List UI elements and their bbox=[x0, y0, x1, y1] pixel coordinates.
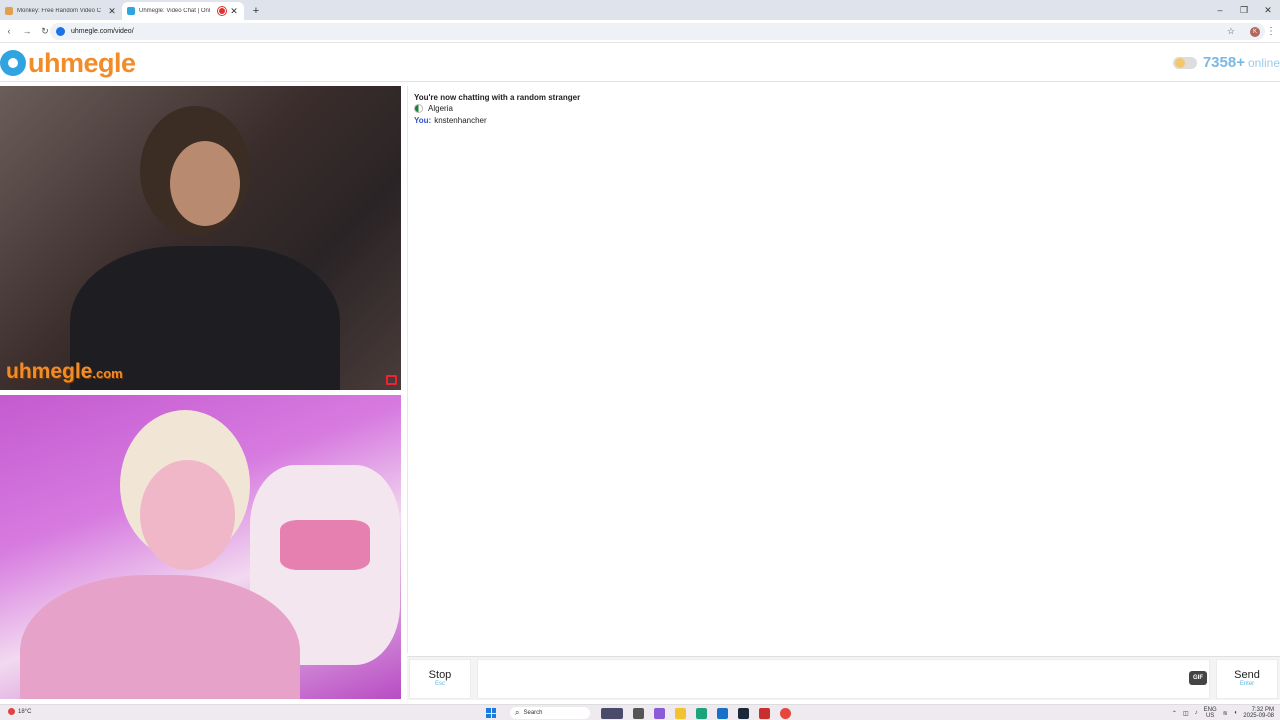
forward-arrow-icon[interactable]: → bbox=[18, 26, 36, 36]
new-tab-button[interactable]: + bbox=[248, 5, 264, 17]
weather-alert-icon bbox=[8, 708, 15, 715]
country-name: Algeria bbox=[428, 104, 453, 113]
uhmegle-favicon-icon bbox=[127, 7, 135, 15]
windows-start-icon[interactable] bbox=[486, 708, 496, 718]
volume-icon[interactable]: ◖ bbox=[1234, 710, 1238, 716]
stop-hint: Esc bbox=[434, 681, 445, 687]
self-face bbox=[140, 460, 235, 570]
outlook-icon[interactable] bbox=[717, 707, 728, 719]
wifi-icon[interactable]: ≋ bbox=[1223, 710, 1228, 717]
weather-widget[interactable]: 18°C bbox=[8, 708, 31, 715]
send-button[interactable]: Send Enter bbox=[1216, 659, 1278, 699]
send-hint: Enter bbox=[1239, 681, 1255, 687]
tab-title: Uhmegle: Video Chat | Onl bbox=[139, 8, 211, 14]
gif-button[interactable]: GIF bbox=[1189, 671, 1207, 685]
chat-controls: Stop Esc GIF Send Enter bbox=[407, 656, 1280, 700]
stop-button[interactable]: Stop Esc bbox=[409, 659, 471, 699]
profile-avatar[interactable]: K bbox=[1250, 26, 1260, 37]
message-input[interactable] bbox=[477, 659, 1210, 699]
browser-tab-strip: Monkey: Free Random Video C ✕ Uhmegle: V… bbox=[0, 0, 1280, 20]
url-text: uhmegle.com/video/ bbox=[71, 28, 134, 35]
mic-icon[interactable]: ♪ bbox=[1195, 710, 1198, 716]
online-label: online bbox=[1247, 55, 1280, 70]
stop-label: Stop bbox=[428, 669, 452, 681]
send-label: Send bbox=[1234, 669, 1260, 681]
widgets-app-icon[interactable] bbox=[601, 707, 623, 719]
bookmark-star-icon[interactable]: ☆ bbox=[1227, 26, 1235, 37]
close-window-icon[interactable]: ✕ bbox=[1256, 0, 1280, 20]
file-explorer-icon[interactable] bbox=[675, 707, 686, 719]
watermark-brand: uhmegle bbox=[6, 360, 93, 383]
search-label: Search bbox=[523, 710, 543, 716]
browser-tab-uhmegle[interactable]: Uhmegle: Video Chat | Onl ✕ bbox=[122, 2, 244, 20]
online-count: 7358+ bbox=[1202, 54, 1245, 71]
theme-toggle[interactable] bbox=[1172, 56, 1197, 69]
task-view-icon[interactable] bbox=[633, 707, 644, 719]
app-icon[interactable] bbox=[759, 707, 770, 719]
taskbar-apps: ⌕ Search bbox=[486, 707, 796, 719]
edge-browser-icon[interactable] bbox=[696, 707, 707, 719]
temperature: 18°C bbox=[18, 708, 32, 715]
clock[interactable]: 7:32 PM 2025-09-08 bbox=[1243, 707, 1274, 719]
close-tab-icon[interactable]: ✕ bbox=[107, 6, 117, 17]
close-tab-icon[interactable]: ✕ bbox=[229, 6, 239, 17]
logo-wordmark: uhmegle bbox=[28, 47, 136, 78]
taskbar: 18°C ⌕ Search ⌃ ◫ ♪ ENG US ≋ ◖ 7:32 PM 2… bbox=[0, 704, 1280, 720]
site-header: uhmegle 7358+ online bbox=[0, 44, 1280, 82]
stranger-country: Algeria bbox=[414, 104, 1274, 113]
message-sender: You: bbox=[414, 116, 432, 125]
online-counter: 7358+ online bbox=[1172, 54, 1280, 71]
report-flag-icon[interactable] bbox=[386, 375, 397, 385]
url-field[interactable]: uhmegle.com/video/ ☆ K bbox=[50, 23, 1265, 40]
tray-overflow-icon[interactable]: ⌃ bbox=[1172, 710, 1177, 717]
self-shoulders bbox=[20, 575, 300, 699]
site-info-icon[interactable] bbox=[56, 27, 65, 36]
monkey-favicon-icon bbox=[5, 7, 13, 15]
lang-region: US bbox=[1205, 713, 1215, 719]
watermark-tld: .com bbox=[92, 366, 123, 381]
back-arrow-icon[interactable]: ‹ bbox=[0, 26, 18, 36]
minimize-icon[interactable]: – bbox=[1208, 0, 1232, 20]
steam-icon[interactable] bbox=[738, 707, 749, 719]
system-tray: ⌃ ◫ ♪ ENG US ≋ ◖ 7:32 PM 2025-09-08 bbox=[1172, 707, 1274, 719]
search-icon: ⌕ bbox=[515, 708, 520, 717]
stranger-video: uhmegle.com bbox=[0, 86, 401, 390]
self-video bbox=[0, 395, 401, 699]
address-bar: ‹ → ↻ uhmegle.com/video/ ☆ K ⋮ bbox=[0, 20, 1280, 43]
network-icon[interactable]: ◫ bbox=[1183, 710, 1189, 717]
taskbar-search[interactable]: ⌕ Search bbox=[510, 707, 590, 719]
restore-icon[interactable]: ❐ bbox=[1232, 0, 1256, 20]
chrome-icon[interactable] bbox=[780, 707, 791, 719]
browser-menu-icon[interactable]: ⋮ bbox=[1266, 26, 1276, 37]
uhmegle-logo[interactable]: uhmegle bbox=[0, 48, 136, 78]
clock-date: 2025-09-08 bbox=[1243, 713, 1274, 719]
chat-message: You: knstenhancher bbox=[414, 116, 1274, 125]
language-indicator[interactable]: ENG US bbox=[1204, 707, 1217, 719]
system-message: You're now chatting with a random strang… bbox=[414, 93, 581, 102]
browser-tab-monkey[interactable]: Monkey: Free Random Video C ✕ bbox=[0, 2, 122, 20]
algeria-flag-icon bbox=[414, 104, 423, 113]
chair-pillow bbox=[280, 520, 370, 570]
copilot-app-icon[interactable] bbox=[654, 707, 665, 719]
window-controls: – ❐ ✕ bbox=[1208, 0, 1280, 20]
recording-indicator-icon bbox=[219, 8, 225, 14]
message-text: knstenhancher bbox=[434, 116, 487, 125]
chat-log: You're now chatting with a random strang… bbox=[407, 86, 1280, 653]
stranger-face bbox=[170, 141, 240, 226]
chat-bubble-logo-icon bbox=[0, 50, 26, 76]
tab-title: Monkey: Free Random Video C bbox=[17, 8, 101, 14]
video-watermark: uhmegle.com bbox=[6, 360, 123, 384]
